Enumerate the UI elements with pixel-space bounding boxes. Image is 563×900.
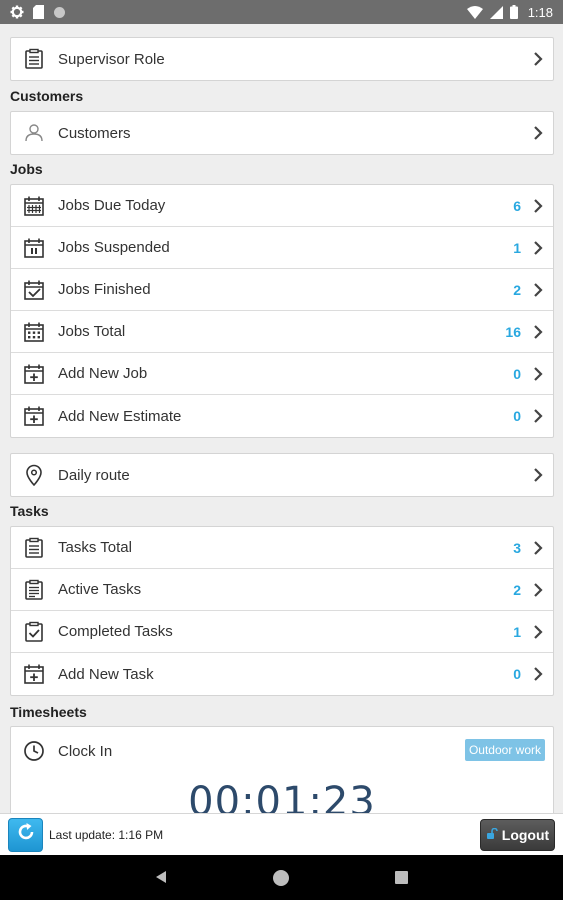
main-content: Supervisor Role Customers Customers Jobs…	[0, 24, 563, 813]
jobs-item[interactable]: Add New Estimate 0	[11, 395, 553, 437]
count-badge: 0	[513, 365, 521, 382]
settings-icon	[10, 5, 24, 19]
chevron-right-icon	[527, 624, 549, 639]
refresh-icon	[15, 821, 37, 848]
map-pin-icon	[12, 464, 56, 486]
jobs-label: Jobs Due Today	[58, 197, 166, 214]
count-badge: 16	[505, 323, 521, 340]
circle-icon	[53, 6, 66, 19]
last-update-text: Last update: 1:16 PM	[49, 827, 164, 842]
jobs-item[interactable]: Jobs Total 16	[11, 311, 553, 353]
tasks-label: Active Tasks	[58, 581, 142, 598]
section-title-tasks: Tasks	[10, 503, 49, 519]
chevron-right-icon	[527, 52, 549, 66]
unlock-icon	[486, 827, 498, 843]
list-icon	[12, 537, 56, 559]
calendar-grid-icon	[12, 195, 56, 217]
section-title-jobs: Jobs	[10, 161, 43, 177]
user-icon	[12, 122, 56, 144]
clock-in-item[interactable]: Clock In Outdoor work	[11, 727, 553, 775]
wifi-icon	[466, 5, 483, 19]
section-title-timesheets: Timesheets	[10, 704, 87, 720]
tasks-card: Tasks Total 3 Active Tasks 2 Completed T…	[10, 526, 554, 696]
count-badge: 6	[513, 197, 521, 214]
navigation-bar	[0, 855, 563, 900]
home-icon[interactable]	[272, 869, 290, 887]
count-badge: 1	[513, 623, 521, 640]
jobs-label: Jobs Finished	[58, 281, 151, 298]
customers-item[interactable]: Customers	[11, 112, 553, 154]
chevron-right-icon	[527, 468, 549, 482]
count-badge: 1	[513, 239, 521, 256]
chevron-right-icon	[527, 282, 549, 297]
tasks-label: Completed Tasks	[58, 623, 173, 640]
chevron-right-icon	[527, 540, 549, 555]
clock-icon	[12, 740, 56, 762]
chevron-right-icon	[527, 324, 549, 339]
calendar-dots-icon	[12, 321, 56, 343]
jobs-label: Jobs Suspended	[58, 239, 170, 256]
supervisor-role-item[interactable]: Supervisor Role	[11, 38, 553, 80]
daily-route-label: Daily route	[58, 466, 130, 484]
chevron-right-icon	[527, 667, 549, 681]
bottom-bar: Last update: 1:16 PM Logout	[0, 813, 563, 855]
count-badge: 2	[513, 281, 521, 298]
outdoor-work-badge[interactable]: Outdoor work	[464, 739, 545, 761]
status-bar: 1:18	[0, 0, 563, 24]
logout-button[interactable]: Logout	[480, 818, 555, 851]
jobs-item[interactable]: Add New Job 0	[11, 353, 553, 395]
jobs-label: Jobs Total	[58, 323, 126, 340]
tasks-item[interactable]: Active Tasks 2	[11, 569, 553, 611]
chevron-right-icon	[527, 366, 549, 381]
timesheet-card: Clock In Outdoor work 00:01:23	[10, 726, 554, 813]
jobs-item[interactable]: Jobs Finished 2	[11, 269, 553, 311]
section-title-customers: Customers	[10, 88, 84, 104]
customers-card: Customers	[10, 111, 554, 155]
jobs-item[interactable]: Jobs Suspended 1	[11, 227, 553, 269]
chevron-right-icon	[527, 582, 549, 597]
supervisor-card: Supervisor Role	[10, 37, 554, 81]
chevron-right-icon	[527, 126, 549, 140]
chevron-right-icon	[527, 240, 549, 255]
supervisor-role-label: Supervisor Role	[58, 50, 165, 68]
count-badge: 2	[513, 581, 521, 598]
tasks-item[interactable]: Add New Task 0	[11, 653, 553, 695]
calendar-plus-icon	[12, 363, 56, 385]
jobs-card: Jobs Due Today 6 Jobs Suspended 1 Jobs F…	[10, 184, 554, 438]
count-badge: 3	[513, 539, 521, 556]
timer-display: 00:01:23	[188, 779, 376, 813]
count-badge: 0	[513, 666, 521, 682]
clipboard-check-icon	[12, 621, 56, 643]
customers-label: Customers	[58, 124, 131, 142]
tasks-item[interactable]: Tasks Total 3	[11, 527, 553, 569]
jobs-label: Add New Job	[58, 365, 148, 382]
count-badge: 0	[513, 408, 521, 424]
calendar-plus-icon	[12, 405, 56, 427]
tasks-label: Add New Task	[58, 665, 154, 683]
refresh-button[interactable]	[8, 817, 43, 852]
chevron-right-icon	[527, 198, 549, 213]
calendar-check-icon	[12, 279, 56, 301]
calendar-plus-icon	[12, 663, 56, 685]
back-icon[interactable]	[154, 870, 168, 884]
signal-icon	[489, 5, 503, 19]
daily-route-item[interactable]: Daily route	[11, 454, 553, 496]
clipboard-icon	[12, 579, 56, 601]
sd-card-icon	[33, 5, 44, 19]
list-icon	[12, 48, 56, 70]
clock-time: 1:18	[527, 4, 553, 20]
tasks-item[interactable]: Completed Tasks 1	[11, 611, 553, 653]
jobs-item[interactable]: Jobs Due Today 6	[11, 185, 553, 227]
logout-label: Logout	[501, 826, 550, 843]
calendar-pause-icon	[12, 237, 56, 259]
chevron-right-icon	[527, 409, 549, 423]
jobs-label: Add New Estimate	[58, 407, 182, 425]
tasks-label: Tasks Total	[58, 539, 132, 556]
daily-route-card: Daily route	[10, 453, 554, 497]
recents-icon[interactable]	[395, 871, 408, 884]
battery-icon	[509, 5, 518, 19]
